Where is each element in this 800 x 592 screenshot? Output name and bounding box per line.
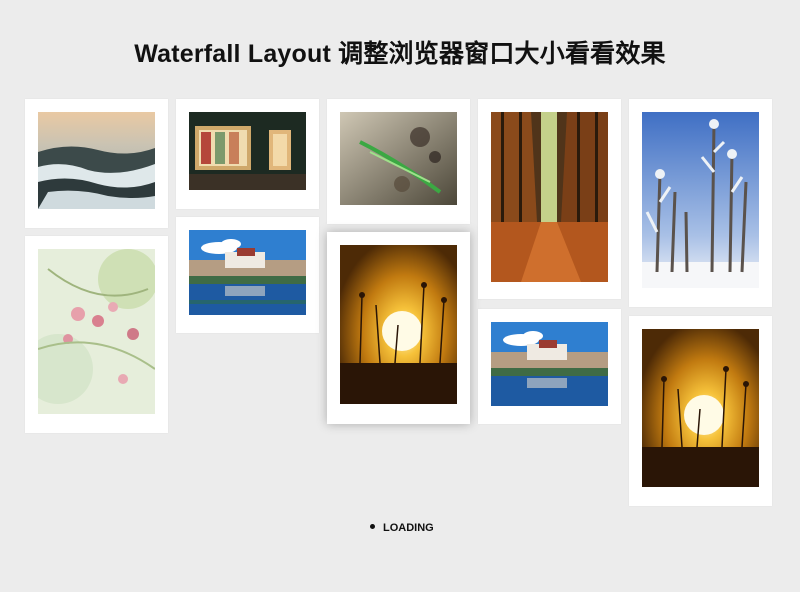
image-card-sunset-1[interactable]	[327, 232, 470, 424]
image-card-frosted-trees[interactable]	[629, 99, 772, 307]
photo-sunset-1[interactable]	[340, 245, 457, 404]
image-card-leaf-art[interactable]	[327, 99, 470, 224]
photo-winter-field[interactable]	[38, 112, 155, 209]
image-card-winter-field[interactable]	[25, 99, 168, 228]
loading-text: LOADING	[383, 522, 434, 534]
image-card-sunset-2[interactable]	[629, 316, 772, 506]
image-card-pink-blossoms[interactable]	[25, 236, 168, 433]
photo-shop-window[interactable]	[189, 112, 306, 190]
photo-frosted-trees[interactable]	[642, 112, 759, 288]
image-card-potala-palace-1[interactable]	[176, 217, 319, 333]
photo-autumn-path[interactable]	[491, 112, 608, 282]
image-card-potala-palace-2[interactable]	[478, 309, 621, 424]
photo-potala-palace-2[interactable]	[491, 322, 608, 406]
image-card-autumn-path[interactable]	[478, 99, 621, 299]
page-title: Waterfall Layout 调整浏览器窗口大小看看效果	[134, 40, 666, 68]
loading-dot-icon	[370, 524, 375, 529]
photo-potala-palace-1[interactable]	[189, 230, 306, 315]
page: Waterfall Layout 调整浏览器窗口大小看看效果 LOADING	[0, 0, 800, 592]
photo-leaf-art[interactable]	[340, 112, 457, 205]
loading-indicator: LOADING	[370, 522, 434, 534]
image-card-shop-window[interactable]	[176, 99, 319, 209]
photo-pink-blossoms[interactable]	[38, 249, 155, 414]
photo-sunset-2[interactable]	[642, 329, 759, 487]
